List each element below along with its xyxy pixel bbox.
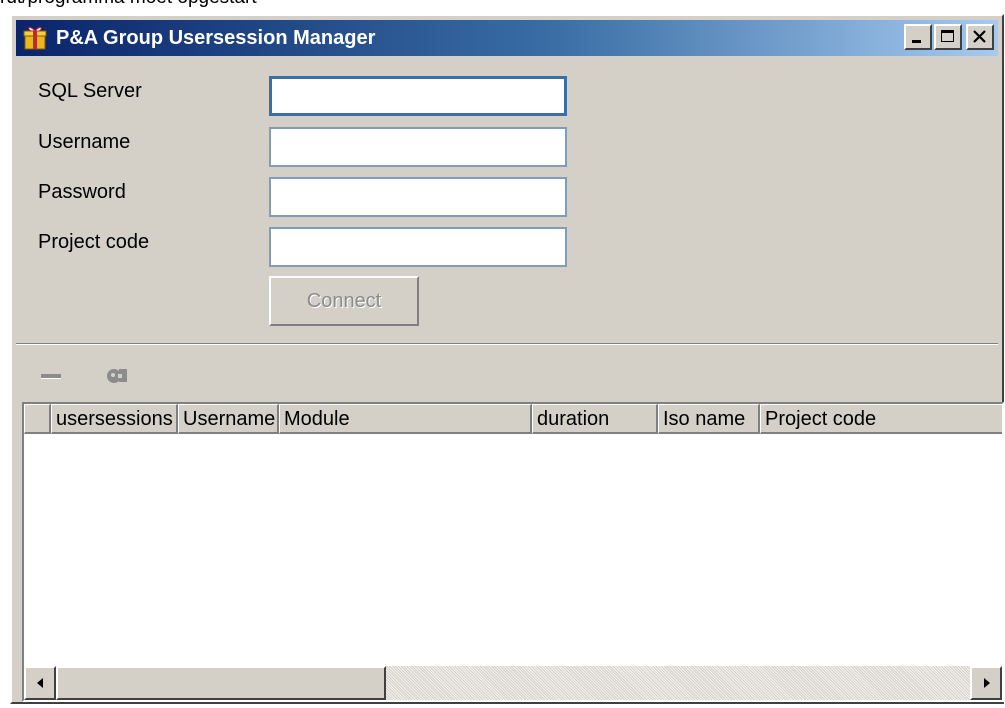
scroll-left-button[interactable] (24, 666, 56, 700)
close-icon (973, 30, 986, 43)
window-title: P&A Group Usersession Manager (56, 27, 376, 49)
username-input[interactable] (269, 127, 567, 167)
column-header[interactable]: Username (178, 404, 279, 434)
username-label: Username (38, 131, 131, 153)
password-label: Password (38, 181, 126, 203)
minus-icon[interactable] (38, 362, 64, 388)
plug-icon[interactable] (104, 362, 130, 388)
grid-header: usersessions Username Module duration Is… (24, 404, 1002, 434)
row-header-corner (24, 404, 51, 434)
maximize-button[interactable] (934, 24, 962, 50)
project-code-input[interactable] (269, 227, 567, 267)
app-window: P&A Group Usersession Manager SQL Server… (10, 14, 1004, 704)
sessions-grid[interactable]: usersessions Username Module duration Is… (22, 402, 1004, 702)
close-button[interactable] (966, 24, 994, 50)
column-header[interactable]: duration (532, 404, 658, 434)
sql-server-input[interactable] (269, 76, 567, 116)
password-input[interactable] (269, 177, 567, 217)
column-header[interactable]: usersessions (51, 404, 178, 434)
minimize-button[interactable] (904, 24, 932, 50)
project-code-label: Project code (38, 231, 150, 253)
horizontal-scrollbar[interactable] (24, 666, 1002, 700)
maximize-icon (941, 30, 954, 42)
scroll-left-icon (37, 678, 43, 688)
title-bar[interactable]: P&A Group Usersession Manager (16, 20, 998, 56)
scroll-right-icon (984, 678, 990, 688)
sql-server-label: SQL Server (38, 80, 142, 102)
column-header[interactable]: Module (279, 404, 532, 434)
connect-button[interactable]: Connect (269, 276, 419, 326)
scroll-right-button[interactable] (970, 666, 1002, 700)
scrollbar-thumb[interactable] (56, 666, 386, 700)
grid-body[interactable] (24, 434, 1002, 666)
minimize-icon (912, 40, 921, 43)
section-separator (16, 343, 998, 345)
column-header[interactable]: Project code (760, 404, 1002, 434)
app-icon (23, 27, 47, 50)
background-caption: rdt/programma moet opgestart (0, 0, 1005, 8)
column-header[interactable]: Iso name (658, 404, 760, 434)
